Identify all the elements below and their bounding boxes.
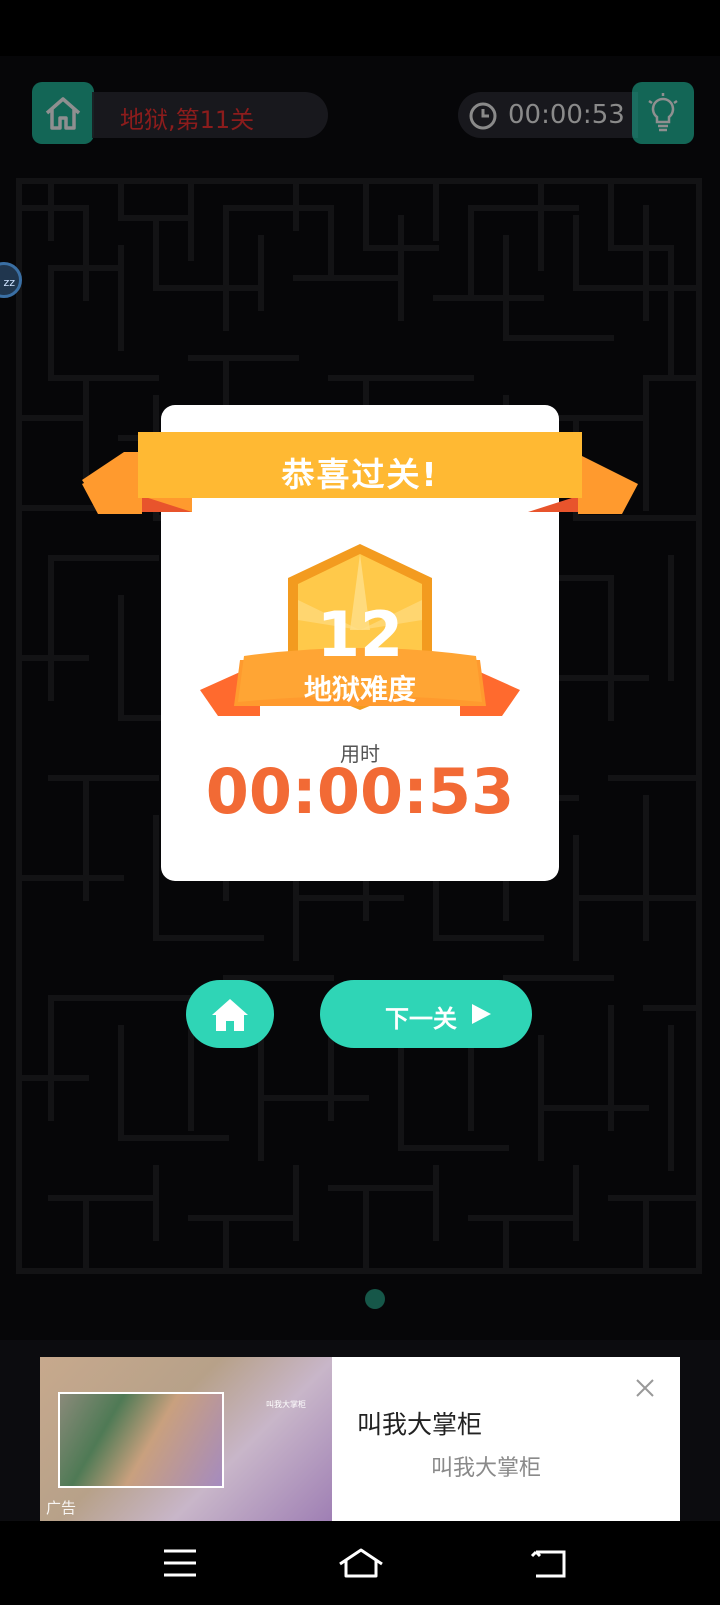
home-nav-icon[interactable] [338,1546,384,1580]
ad-thumbnail [58,1392,224,1488]
level-title: 地狱,第11关 [120,106,255,134]
menu-icon[interactable] [162,1546,198,1580]
difficulty-label: 地狱难度 [303,673,416,706]
ad-banner[interactable]: 叫我大掌柜 广告 叫我大掌柜 叫我大掌柜 [40,1357,680,1521]
play-icon [472,1004,491,1024]
time-used-value: 00:00:53 [205,755,515,828]
lightbulb-icon [648,93,678,132]
ad-image[interactable]: 叫我大掌柜 广告 [40,1357,332,1521]
home-button[interactable] [32,82,94,144]
next-level-label: 下一关 [385,1005,457,1033]
ad-mini-title: 叫我大掌柜 [266,1400,306,1409]
home-icon [212,999,248,1031]
congrats-title: 恭喜过关! [281,455,439,494]
clock-icon [469,102,497,130]
status-bar [0,0,720,56]
hint-button[interactable] [632,82,694,144]
back-icon[interactable] [530,1546,566,1580]
difficulty-level-number: 12 [316,598,404,671]
back-home-button[interactable] [186,980,274,1048]
elapsed-timer: 00:00:53 [508,100,625,130]
ad-title[interactable]: 叫我大掌柜 [357,1405,482,1441]
home-icon [45,97,81,130]
close-icon[interactable] [634,1377,656,1399]
ad-tag: 广告 [46,1499,77,1517]
player-marker [365,1289,385,1309]
ad-subtitle: 叫我大掌柜 [431,1456,542,1481]
